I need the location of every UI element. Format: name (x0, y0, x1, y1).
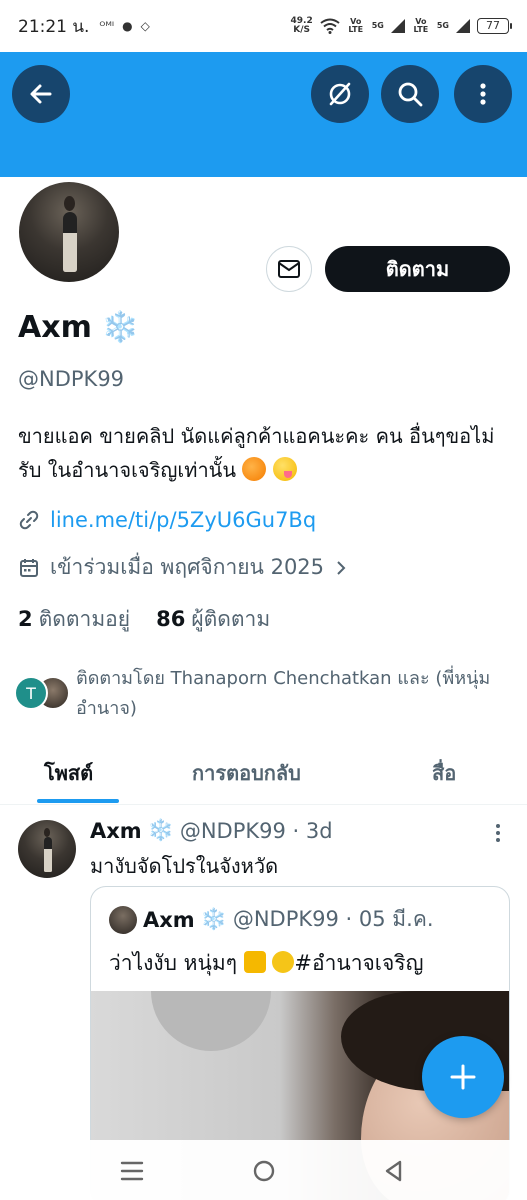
tab-posts[interactable]: โพสต์ (44, 757, 93, 789)
signal-icon-2 (456, 19, 470, 33)
search-icon (398, 82, 423, 107)
snowflake-icon: ❄️ (200, 907, 227, 931)
chevron-right-icon (337, 560, 346, 575)
followers-label[interactable]: ผู้ติดตาม (191, 603, 270, 636)
diamond-icon: ◇ (140, 19, 150, 33)
post-more-icon[interactable] (492, 822, 504, 844)
incognito-button[interactable] (311, 65, 369, 123)
compose-button[interactable] (422, 1036, 504, 1118)
profile-tabs: โพสต์ การตอบกลับ สื่อ (0, 745, 527, 805)
message-button[interactable] (266, 246, 312, 292)
profile-handle: @NDPK99 (18, 367, 125, 391)
yum-face-icon (272, 457, 297, 481)
profile-banner (0, 52, 527, 177)
circle-home-icon[interactable] (250, 1158, 278, 1184)
net-speed: 49.2 K/S (290, 16, 313, 35)
more-options-button[interactable] (454, 65, 512, 123)
lock-key-icon (243, 951, 266, 973)
link-icon (19, 510, 39, 530)
arrow-left-icon (30, 84, 52, 104)
post-handle-time: @NDPK99 · 3d (179, 818, 333, 843)
post-header: Axm ❄️ @NDPK99 · 3d (90, 818, 333, 843)
quote-handle-time: @NDPK99 · 05 มี.ค. (232, 907, 434, 931)
follower-avatar-1: T (14, 676, 48, 710)
back-button[interactable] (12, 65, 70, 123)
post-text: มางับจัดโปรในจังหวัด (90, 854, 279, 878)
network-5g-2: 5G (436, 21, 449, 30)
plus-icon (450, 1064, 476, 1090)
post-avatar[interactable] (18, 820, 76, 878)
tangerine-icon (242, 457, 267, 481)
active-tab-indicator (37, 799, 119, 803)
wifi-icon (320, 18, 340, 34)
battery-indicator: 77 (477, 18, 512, 34)
following-label[interactable]: ติดตามอยู่ (39, 603, 130, 636)
followed-by[interactable]: T ติดตามโดย Thanaporn Chenchatkan และ (พ… (14, 664, 514, 724)
chat-bubble-icon: ● (122, 19, 133, 33)
profile-link[interactable]: line.me/ti/p/5ZyU6Gu7Bq (18, 508, 316, 532)
profile-name: Axm ❄️ (18, 310, 140, 345)
network-volte-2: Vo LTE (413, 17, 429, 34)
following-count[interactable]: 2 (18, 607, 33, 631)
snowflake-icon: ❄️ (101, 310, 140, 345)
search-button[interactable] (381, 65, 439, 123)
menu-icon[interactable] (118, 1158, 146, 1184)
yawning-face-icon (272, 951, 295, 973)
followers-count[interactable]: 86 (156, 607, 185, 631)
mail-icon (278, 260, 300, 278)
follow-stats: 2 ติดตามอยู่ 86 ผู้ติดตาม (18, 603, 270, 636)
notification-icon: ᴼᴹᴵ (99, 19, 115, 33)
joined-date[interactable]: เข้าร่วมเมื่อ พฤศจิกายน 2025 (18, 551, 348, 584)
no-sign-icon (329, 82, 351, 106)
tab-replies[interactable]: การตอบกลับ (192, 757, 301, 789)
status-bar: 21:21 น. ᴼᴹᴵ ● ◇ 49.2 K/S Vo LTE 5G Vo L… (0, 0, 527, 52)
calendar-icon (20, 558, 38, 577)
snowflake-icon: ❄️ (147, 818, 174, 842)
follow-button[interactable]: ติดตาม (325, 246, 510, 292)
hashtag[interactable]: #อำนาจเจริญ (294, 951, 423, 975)
quote-author-name: Axm (143, 907, 195, 932)
network-5g-1: 5G (371, 21, 384, 30)
signal-icon (390, 19, 405, 33)
profile-bio: ขายแอค ขายคลิป นัดแค่ลูกค้าแอคนะคะ คน อื… (18, 424, 495, 482)
profile-avatar[interactable] (14, 177, 124, 287)
status-time: 21:21 น. (18, 16, 90, 37)
followed-by-text: ติดตามโดย Thanaporn Chenchatkan และ (พี่… (76, 668, 491, 719)
post-author-name[interactable]: Axm (90, 819, 142, 843)
triangle-back-icon[interactable] (380, 1158, 408, 1184)
network-volte-1: Vo LTE (348, 17, 364, 34)
tab-media[interactable]: สื่อ (432, 757, 456, 789)
more-vertical-icon (480, 83, 486, 105)
quote-text: ว่าไงงับ หนุ่มๆ #อำนาจเจริญ (109, 951, 424, 975)
quote-avatar (109, 905, 137, 934)
system-nav-bar (0, 1140, 527, 1200)
